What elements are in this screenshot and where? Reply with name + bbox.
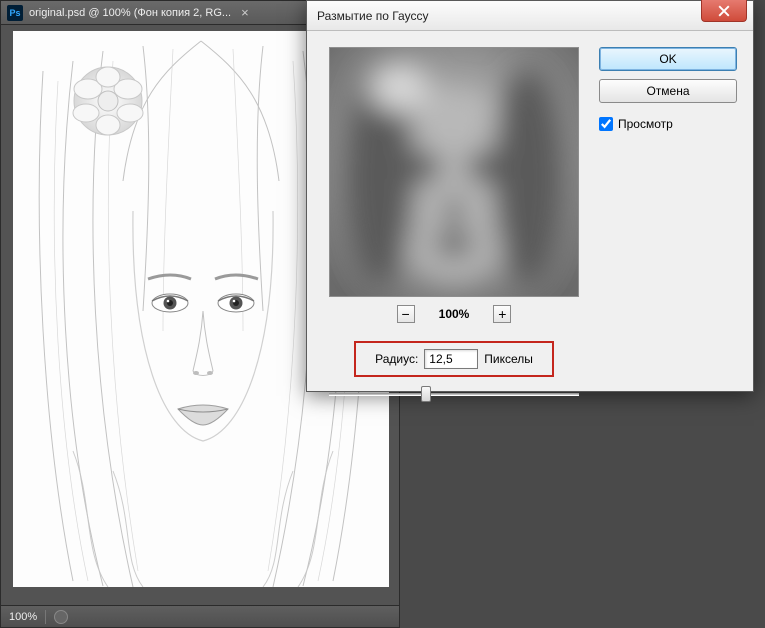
zoom-in-button[interactable]: + [493, 305, 511, 323]
radius-highlight-box: Радиус: Пикселы [354, 341, 554, 377]
status-divider [45, 610, 46, 624]
radius-unit-label: Пикселы [484, 352, 533, 366]
minus-icon: − [402, 307, 410, 321]
photoshop-icon: Ps [7, 5, 23, 21]
radius-input[interactable] [424, 349, 478, 369]
status-zoom-label: 100% [9, 611, 37, 623]
dialog-title: Размытие по Гауссу [317, 9, 428, 23]
preview-zoom-row: − 100% + [397, 305, 512, 323]
preview-zoom-label: 100% [439, 307, 470, 321]
status-info-icon[interactable] [54, 610, 68, 624]
preview-checkbox[interactable] [599, 117, 613, 131]
blur-preview-svg [330, 48, 578, 296]
radius-slider[interactable] [329, 385, 579, 405]
tab-close-icon[interactable]: × [241, 5, 249, 20]
dialog-left-column: − 100% + Радиус: Пикселы [323, 47, 585, 405]
dialog-close-button[interactable] [701, 0, 747, 22]
slider-thumb[interactable] [421, 386, 431, 402]
dialog-titlebar[interactable]: Размытие по Гауссу [307, 1, 753, 31]
dialog-body: − 100% + Радиус: Пикселы OK Отмена Просм… [307, 31, 753, 421]
close-icon [718, 5, 730, 17]
filter-preview[interactable] [329, 47, 579, 297]
preview-checkbox-label: Просмотр [618, 117, 673, 131]
plus-icon: + [498, 307, 506, 321]
document-status-bar: 100% [1, 605, 399, 627]
slider-track [329, 393, 579, 396]
radius-label: Радиус: [375, 352, 418, 366]
ok-button[interactable]: OK [599, 47, 737, 71]
cancel-button[interactable]: Отмена [599, 79, 737, 103]
gaussian-blur-dialog: Размытие по Гауссу [306, 0, 754, 392]
document-tab-title: original.psd @ 100% (Фон копия 2, RG... [29, 7, 231, 19]
dialog-right-column: OK Отмена Просмотр [585, 47, 737, 405]
preview-checkbox-row[interactable]: Просмотр [599, 117, 737, 131]
zoom-out-button[interactable]: − [397, 305, 415, 323]
